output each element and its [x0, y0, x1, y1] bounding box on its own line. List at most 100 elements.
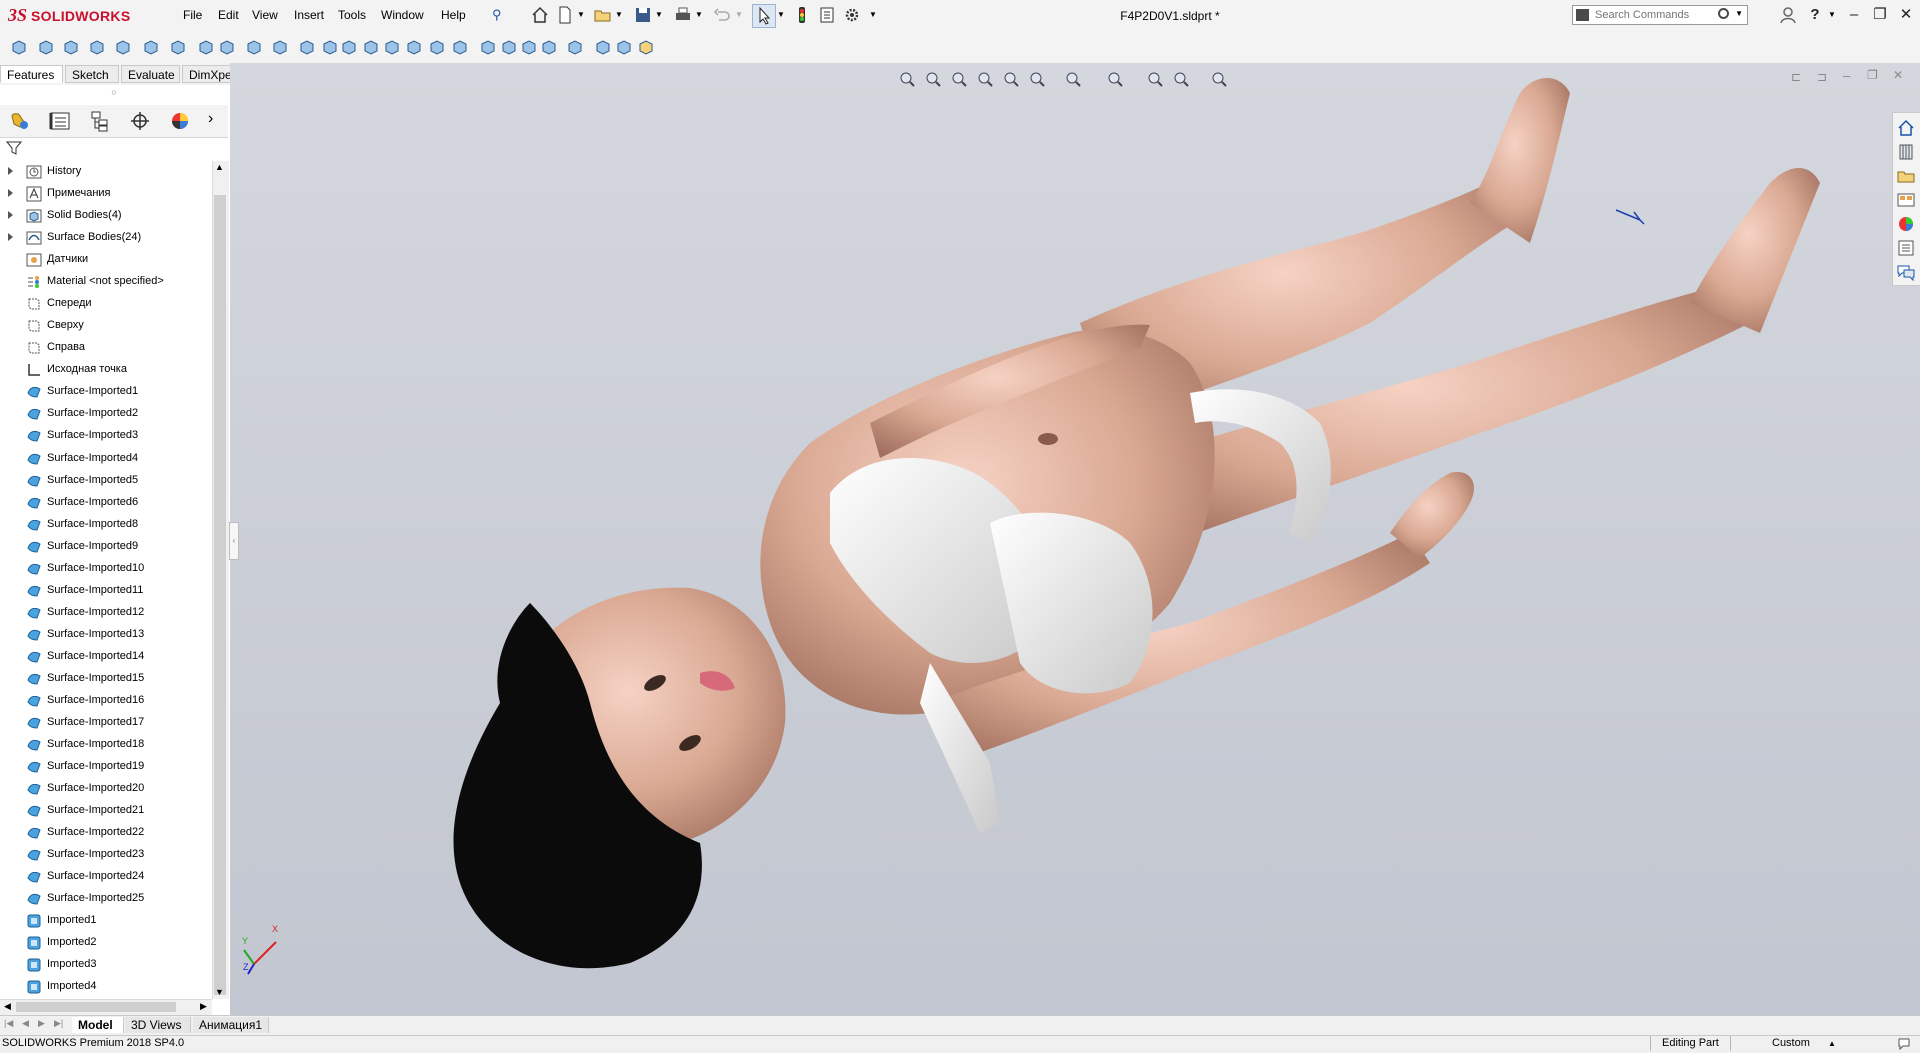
chevron-down-icon[interactable]: ▼ — [1735, 9, 1743, 18]
viewport-previous-icon[interactable]: ⊏ — [1791, 70, 1801, 84]
tree-item[interactable]: Surface-Imported12 — [0, 602, 212, 624]
expand-arrow-icon[interactable] — [8, 211, 13, 220]
rebuild-icon[interactable] — [793, 6, 811, 24]
instant3d-icon[interactable] — [520, 38, 538, 56]
tree-item[interactable]: Surface-Imported15 — [0, 668, 212, 690]
hide-show-items-icon[interactable] — [1106, 70, 1124, 88]
configuration-manager-tab-icon[interactable] — [88, 110, 112, 132]
tree-item[interactable]: Surface Bodies(24) — [0, 227, 212, 249]
tree-item[interactable]: Спереди — [0, 293, 212, 315]
print-icon[interactable] — [674, 6, 692, 24]
tree-item[interactable]: Surface-Imported18 — [0, 734, 212, 756]
forum-icon[interactable] — [1896, 262, 1916, 282]
scroll-down-icon[interactable]: ▼ — [215, 987, 224, 997]
expand-arrow-icon[interactable] — [8, 167, 13, 175]
tree-item[interactable]: Исходная точка — [0, 359, 212, 381]
custom-properties-icon[interactable] — [1896, 238, 1916, 258]
viewport-next-icon[interactable]: ⊐ — [1817, 70, 1827, 84]
apply-scene-icon[interactable] — [1172, 70, 1190, 88]
tree-item[interactable]: Imported3 — [0, 954, 212, 976]
swept-boss-icon[interactable] — [62, 38, 80, 56]
revolved-boss-icon[interactable] — [37, 38, 55, 56]
chevron-down-icon[interactable]: ▼ — [655, 10, 663, 19]
tree-item[interactable]: Surface-Imported1 — [0, 381, 212, 403]
tree-item[interactable]: Imported4 — [0, 976, 212, 998]
tree-item[interactable]: Surface-Imported3 — [0, 425, 212, 447]
tree-item[interactable]: Surface-Imported23 — [0, 844, 212, 866]
tree-item[interactable]: Imported1 — [0, 910, 212, 932]
user-account-icon[interactable] — [1780, 6, 1796, 24]
expand-arrow-icon[interactable] — [8, 233, 13, 242]
chevron-down-icon[interactable]: ▼ — [695, 10, 703, 19]
tree-item[interactable]: Surface-Imported25 — [0, 888, 212, 910]
tree-item[interactable]: Surface-Imported4 — [0, 448, 212, 470]
new-document-icon[interactable] — [556, 6, 574, 24]
tree-item[interactable]: Surface-Imported11 — [0, 580, 212, 602]
tab-sketch[interactable]: Sketch — [65, 65, 119, 83]
tab-scroll-prev-icon[interactable]: ◀ — [22, 1018, 29, 1029]
menu-window[interactable]: Window — [381, 8, 424, 22]
scroll-left-icon[interactable]: ◀ — [4, 1001, 11, 1012]
extruded-boss-icon[interactable] — [10, 38, 28, 56]
tree-hscroll-thumb[interactable] — [16, 1002, 176, 1012]
hole-wizard-icon[interactable] — [169, 38, 187, 56]
tab-scroll-first-icon[interactable]: |◀ — [4, 1018, 13, 1029]
design-library-icon[interactable] — [1896, 142, 1916, 162]
tree-item[interactable]: Surface-Imported13 — [0, 624, 212, 646]
display-manager-tab-icon[interactable] — [168, 110, 192, 132]
chevron-down-icon[interactable]: ▼ — [1828, 10, 1836, 19]
view-orientation-icon[interactable] — [1028, 70, 1046, 88]
dimxpert-manager-tab-icon[interactable] — [128, 110, 152, 132]
open-folder-icon[interactable] — [594, 6, 612, 24]
scroll-up-icon[interactable]: ▲ — [215, 162, 224, 172]
menu-tools[interactable]: Tools — [338, 8, 366, 22]
tree-item[interactable]: Surface-Imported17 — [0, 712, 212, 734]
property-manager-tab-icon[interactable] — [48, 110, 72, 132]
model-3d-render[interactable] — [230, 63, 1920, 1021]
search-icon[interactable] — [1718, 8, 1729, 19]
zoom-to-fit-icon[interactable] — [898, 70, 916, 88]
home-icon[interactable] — [531, 6, 549, 24]
solidworks-resources-home-icon[interactable] — [1896, 118, 1916, 138]
draft-icon[interactable] — [383, 38, 401, 56]
lofted-boss-icon[interactable] — [88, 38, 106, 56]
chevron-down-icon[interactable]: ▼ — [735, 10, 743, 19]
mirror-icon[interactable] — [451, 38, 469, 56]
wrap-icon[interactable] — [362, 38, 380, 56]
menu-insert[interactable]: Insert — [294, 8, 324, 22]
tree-item[interactable]: Surface-Imported14 — [0, 646, 212, 668]
chevron-down-icon[interactable]: ▼ — [869, 10, 877, 19]
tree-item[interactable]: Surface-Imported2 — [0, 403, 212, 425]
expand-arrow-icon[interactable] — [8, 189, 13, 198]
lofted-cut-icon[interactable] — [245, 38, 263, 56]
combine-icon[interactable] — [615, 38, 633, 56]
revolved-cut-icon[interactable] — [197, 38, 215, 56]
tab-evaluate[interactable]: Evaluate — [121, 65, 180, 83]
menu-help[interactable]: Help — [441, 8, 466, 22]
previous-view-icon[interactable] — [950, 70, 968, 88]
file-explorer-icon[interactable] — [1896, 166, 1916, 186]
dynamic-annotation-icon[interactable] — [1002, 70, 1020, 88]
rib-icon[interactable] — [340, 38, 358, 56]
curves-icon[interactable] — [500, 38, 518, 56]
tree-item[interactable]: Surface-Imported24 — [0, 866, 212, 888]
tree-item[interactable]: Surface-Imported22 — [0, 822, 212, 844]
section-view-icon[interactable] — [976, 70, 994, 88]
solidworks-logo[interactable]: 3S SOLIDWORKS — [8, 3, 154, 28]
search-commands[interactable]: ▼ — [1572, 5, 1748, 25]
chevron-down-icon[interactable]: ▼ — [615, 10, 623, 19]
tree-item[interactable]: Surface-Imported20 — [0, 778, 212, 800]
minimize-icon[interactable]: – — [1843, 4, 1865, 26]
bottom-tab-3d-views[interactable]: 3D Views — [125, 1017, 191, 1033]
chevron-down-icon[interactable]: ▼ — [777, 10, 785, 19]
feature-manager-tab-icon[interactable] — [8, 110, 32, 132]
tree-item[interactable]: Surface-Imported9 — [0, 536, 212, 558]
tab-scroll-next-icon[interactable]: ▶ — [38, 1018, 45, 1029]
tree-item[interactable]: Surface-Imported8 — [0, 514, 212, 536]
boundary-cut-icon[interactable] — [271, 38, 289, 56]
restore-icon[interactable]: ❐ — [1869, 4, 1891, 26]
tree-item[interactable]: Surface-Imported5 — [0, 470, 212, 492]
scroll-right-icon[interactable]: ▶ — [200, 1001, 207, 1012]
extruded-cut-icon[interactable] — [142, 38, 160, 56]
linear-pattern-icon[interactable] — [321, 38, 339, 56]
